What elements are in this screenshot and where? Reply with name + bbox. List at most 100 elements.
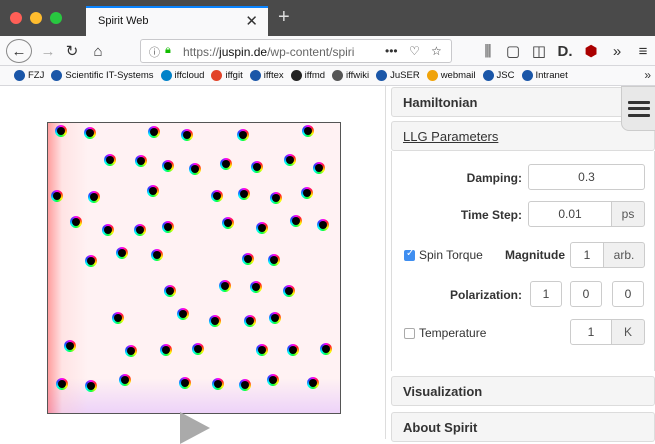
skyrmion-marker — [218, 279, 231, 292]
timestep-label: Time Step: — [460, 208, 522, 222]
bookmark-item[interactable]: webmail — [426, 70, 476, 81]
section-hamiltonian[interactable]: Hamiltonian — [391, 87, 655, 117]
skyrmion-marker — [51, 190, 64, 203]
home-icon[interactable]: ⌂ — [88, 40, 108, 62]
url-text[interactable]: https://juspin.de/wp-content/spiri — [183, 45, 354, 59]
bookmark-label: ifftex — [263, 70, 284, 81]
skyrmion-marker — [211, 377, 224, 390]
temperature-label: Temperature — [419, 326, 487, 340]
temperature-checkbox[interactable] — [404, 328, 415, 339]
temperature-input[interactable]: 1 — [570, 319, 612, 345]
reader-icon[interactable]: ▢ — [504, 40, 522, 62]
skyrmion-marker — [147, 126, 160, 139]
bookmark-star-icon[interactable]: ☆ — [431, 44, 442, 58]
skyrmion-marker — [146, 184, 159, 197]
info-icon[interactable]: ⓘ — [149, 44, 160, 60]
bookmark-favicon-icon — [332, 70, 344, 81]
tab-close-icon[interactable]: ✕ — [245, 12, 258, 30]
browser-tab[interactable]: Spirit Web ✕ — [86, 6, 268, 36]
bookmarks-overflow-icon[interactable]: » — [644, 68, 651, 82]
url-bar[interactable]: ⓘ 🔒︎ https://juspin.de/wp-content/spiri … — [140, 39, 452, 63]
skyrmion-marker — [319, 343, 332, 356]
spin-torque-checkbox[interactable] — [404, 248, 415, 261]
hamburger-icon[interactable]: ≡ — [634, 40, 652, 62]
skyrmion-marker — [286, 343, 299, 356]
lock-icon[interactable]: 🔒︎ — [165, 44, 171, 57]
ublock-icon[interactable]: ⬢ — [582, 40, 600, 62]
bookmark-item[interactable]: Scientific IT-Systems — [51, 70, 154, 81]
skyrmion-marker — [56, 377, 69, 390]
section-visualization-label: Visualization — [403, 384, 483, 399]
skyrmion-marker — [178, 376, 191, 389]
timestep-unit: ps — [611, 201, 645, 227]
skyrmion-marker — [238, 188, 251, 201]
bookmark-favicon-icon — [160, 70, 172, 81]
section-llg-parameters[interactable]: LLG Parameters — [391, 121, 655, 151]
bookmark-favicon-icon — [482, 70, 494, 81]
skyrmion-marker — [270, 192, 283, 205]
skyrmion-marker — [255, 343, 268, 356]
bookmark-item[interactable]: iffcloud — [160, 70, 204, 81]
bookmark-item[interactable]: ifftex — [249, 70, 284, 81]
extension-icon[interactable]: D. — [556, 40, 574, 62]
forward-icon[interactable]: → — [38, 40, 58, 62]
skyrmion-marker — [159, 344, 172, 357]
bookmark-item[interactable]: JSC — [482, 70, 515, 81]
section-visualization[interactable]: Visualization — [391, 376, 655, 406]
skyrmion-marker — [177, 308, 190, 321]
skyrmion-marker — [220, 158, 233, 171]
reload-icon[interactable]: ↻ — [62, 40, 82, 62]
skyrmion-marker — [63, 339, 76, 352]
library-icon[interactable]: ⫼ — [478, 40, 498, 62]
skyrmion-marker — [316, 219, 329, 232]
skyrmion-marker — [210, 190, 223, 203]
skyrmion-marker — [84, 127, 97, 140]
section-about-label: About Spirit — [403, 420, 478, 435]
damping-label: Damping: — [466, 171, 522, 185]
skyrmion-marker — [306, 376, 319, 389]
skyrmion-marker — [221, 217, 234, 230]
section-about-spirit[interactable]: About Spirit — [391, 412, 655, 442]
zoom-window-button[interactable] — [50, 12, 62, 24]
skyrmion-marker — [125, 345, 138, 357]
bookmark-label: Intranet — [535, 70, 568, 81]
bookmark-favicon-icon — [51, 70, 63, 81]
polarization-y-input[interactable]: 0 — [570, 281, 602, 307]
skyrmion-marker — [241, 252, 254, 265]
pocket-icon[interactable]: ♡ — [409, 44, 420, 58]
skyrmion-marker — [250, 160, 263, 173]
bookmark-item[interactable]: FZJ — [14, 70, 44, 81]
bookmark-item[interactable]: iffmd — [290, 70, 325, 81]
back-icon[interactable]: ← — [6, 39, 32, 63]
skyrmion-marker — [268, 311, 281, 324]
timestep-input[interactable]: 0.01 — [528, 201, 612, 227]
menu-toggle-button[interactable] — [621, 86, 655, 131]
bookmark-label: iffgit — [225, 70, 243, 81]
close-window-button[interactable] — [10, 12, 22, 24]
bookmark-item[interactable]: iffwiki — [332, 70, 369, 81]
temperature-unit: K — [611, 319, 645, 345]
skyrmion-marker — [266, 373, 279, 386]
bookmark-item[interactable]: Intranet — [521, 70, 568, 81]
spin-visualization-canvas[interactable] — [47, 122, 341, 414]
skyrmion-marker — [268, 254, 281, 267]
bookmark-item[interactable]: iffgit — [211, 70, 243, 81]
minimize-window-button[interactable] — [30, 12, 42, 24]
spin-torque-label: Spin Torque — [419, 248, 483, 262]
section-hamiltonian-label: Hamiltonian — [403, 95, 478, 110]
skyrmion-marker — [282, 284, 295, 297]
skyrmion-marker — [180, 128, 193, 141]
polarization-z-input[interactable]: 0 — [612, 281, 644, 307]
skyrmion-marker — [87, 190, 100, 203]
play-icon[interactable] — [180, 412, 210, 444]
overflow-icon[interactable]: » — [608, 40, 626, 62]
damping-input[interactable]: 0.3 — [528, 164, 645, 190]
skyrmion-marker — [54, 125, 67, 137]
bookmark-item[interactable]: JuSER — [376, 70, 420, 81]
sidebar-icon[interactable]: ◫ — [530, 40, 548, 62]
polarization-x-input[interactable]: 1 — [530, 281, 562, 307]
new-tab-button[interactable]: + — [278, 6, 290, 29]
page-actions-icon[interactable]: ••• — [385, 44, 398, 58]
magnitude-input[interactable]: 1 — [570, 242, 604, 268]
skyrmion-marker — [244, 315, 257, 328]
